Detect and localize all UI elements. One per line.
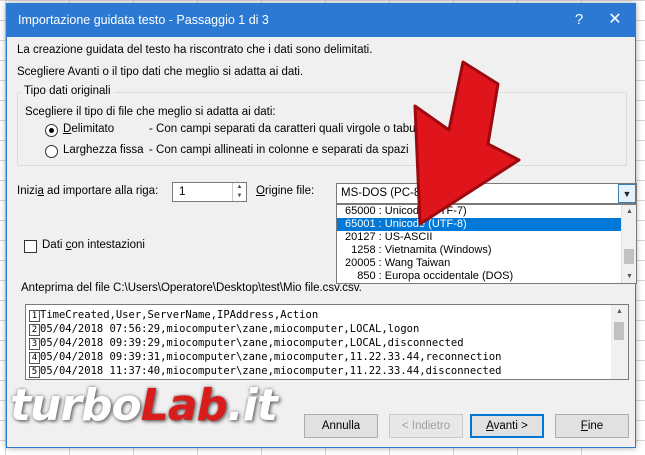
turbolab-watermark-logo: turboLab.it [10,380,278,431]
radio-delimited-label[interactable]: Delimitato [63,123,114,135]
intro-line-1: La creazione guidata del testo ha riscon… [17,44,373,56]
row-number: 5 [29,366,40,378]
title-bar: Importazione guidata testo - Passaggio 1… [7,4,635,37]
radio-delimited[interactable] [45,124,58,137]
row-number: 1 [29,310,40,322]
radio-delimited-label-rest: elimitato [71,123,115,135]
radio-selected-dot [49,128,54,133]
window-title: Importazione guidata testo - Passaggio 1… [18,13,269,27]
start-row-spinner[interactable]: 1 ▲ ▼ [172,182,247,202]
preview-row: 3 05/04/2018 09:39:29,miocomputer\zane,mi… [26,337,464,350]
scroll-thumb[interactable] [614,322,624,340]
scroll-up-icon[interactable]: ▲ [611,305,628,319]
scroll-up-icon[interactable]: ▲ [622,205,636,218]
headers-checkbox-label-start: Dati [42,239,66,251]
radio-delimited-description: - Con campi separati da caratteri quali … [149,123,433,135]
next-button[interactable]: Avanti > [470,414,544,438]
row-number: 4 [29,352,40,364]
row-number: 2 [29,324,40,336]
red-arrow-annotation-icon [413,60,521,226]
original-type-legend: Tipo dati originali [21,85,114,97]
spin-down-icon[interactable]: ▼ [233,192,246,201]
file-preview[interactable]: 1 TimeCreated,User,ServerName,IPAddress,A… [25,304,629,380]
row-number: 3 [29,338,40,350]
row-text: 05/04/2018 11:37:40,miocomputer\zane,mio… [40,365,502,377]
finish-button[interactable]: Fine [555,414,629,438]
dropdown-option[interactable]: 1258 : Vietnamita (Windows) [337,244,636,257]
scroll-thumb[interactable] [624,249,634,264]
dropdown-option[interactable]: 20127 : US-ASCII [337,231,636,244]
preview-row: 1 TimeCreated,User,ServerName,IPAddress,A… [26,309,318,322]
start-row-label: Inizia ad importare alla riga: [17,185,158,197]
dropdown-option[interactable]: 850 : Europa occidentale (DOS) [337,270,636,283]
intro-line-2: Scegliere Avanti o il tipo dati che megl… [17,66,304,78]
help-icon[interactable]: ? [569,11,589,31]
radio-fixed-width[interactable] [45,145,58,158]
preview-label: Anteprima del file C:\Users\Operatore\De… [21,282,362,294]
radio-fixed-width-label-rest: hezza fissa [86,144,144,156]
preview-row: 5 05/04/2018 11:37:40,miocomputer\zane,mi… [26,365,501,378]
headers-checkbox-label-rest: on intestazioni [71,239,145,251]
finish-button-label-rest: ine [587,420,604,432]
close-icon[interactable]: ✕ [603,9,627,31]
watermark-part-3: .it [227,380,278,431]
row-text: 05/04/2018 09:39:31,miocomputer\zane,mio… [40,351,502,363]
watermark-part-1: turbo [10,380,142,431]
scroll-down-icon[interactable]: ▼ [622,270,636,283]
cancel-button[interactable]: Annulla [304,414,378,438]
next-button-label-rest: vanti > [493,420,528,432]
file-origin-label: Origine file: [256,185,314,197]
start-row-label-rest: ad importare alla riga: [43,185,159,197]
spinner-arrows[interactable]: ▲ ▼ [232,183,246,201]
headers-checkbox[interactable] [24,240,37,253]
preview-row: 2 05/04/2018 07:56:29,miocomputer\zane,mi… [26,323,419,336]
file-origin-label-rest: rigine file: [264,185,315,197]
spin-up-icon[interactable]: ▲ [233,183,246,192]
watermark-part-2: Lab [140,380,228,431]
row-text: TimeCreated,User,ServerName,IPAddress,Ac… [40,309,319,321]
mnemonic-a-next: A [486,420,494,432]
dropdown-option[interactable]: 20005 : Wang Taiwan [337,257,636,270]
start-row-value[interactable]: 1 [179,186,185,198]
mnemonic-o: O [256,185,265,197]
preview-row: 4 05/04/2018 09:39:31,miocomputer\zane,mi… [26,351,501,364]
radio-fixed-width-label-start: Lar [63,144,80,156]
back-button[interactable]: < Indietro [389,414,463,438]
row-text: 05/04/2018 09:39:29,miocomputer\zane,mio… [40,337,464,349]
row-text: 05/04/2018 07:56:29,miocomputer\zane,mio… [40,323,420,335]
start-row-label-start: Inizi [17,185,38,197]
chevron-down-icon[interactable]: ▼ [618,184,636,203]
mnemonic-f: F [580,420,588,432]
file-type-prompt: Scegliere il tipo di file che meglio si … [25,106,276,118]
radio-fixed-width-label[interactable]: Larghezza fissa [63,144,144,156]
headers-checkbox-label[interactable]: Dati con intestazioni [42,239,145,251]
dropdown-scrollbar[interactable]: ▲ ▼ [621,205,636,283]
preview-scrollbar[interactable]: ▲ [611,305,628,379]
radio-fixed-width-description: - Con campi allineati in colonne e separ… [149,144,409,156]
